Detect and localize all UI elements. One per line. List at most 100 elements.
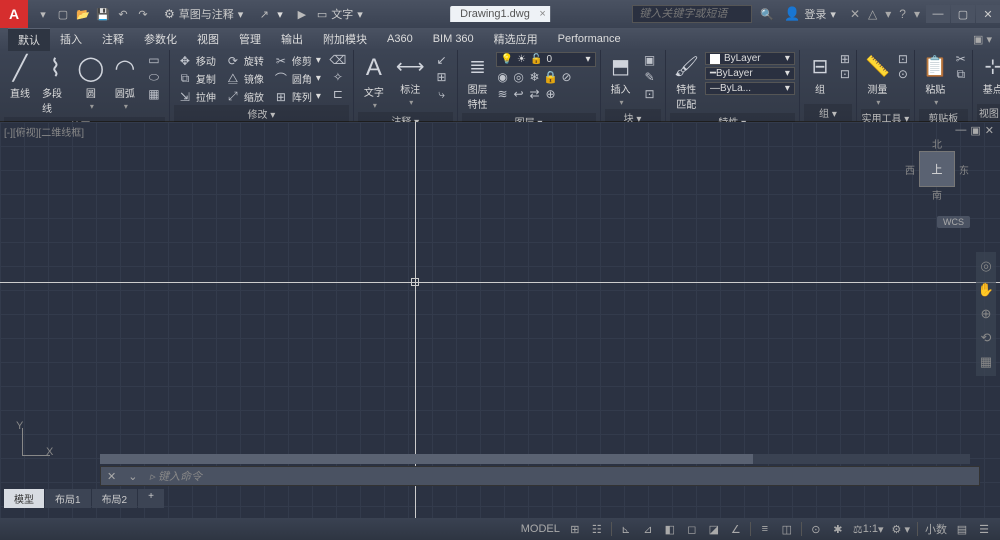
copy-button[interactable]: ⧉复制 <box>174 70 220 87</box>
qselect-icon[interactable]: ⊙ <box>896 67 910 81</box>
play-icon[interactable]: ▶ <box>293 5 311 23</box>
ellipse-button[interactable]: ⬭ <box>143 69 165 85</box>
viewport-label[interactable]: [-][俯视][二维线框] <box>4 124 84 139</box>
tab-output[interactable]: 输出 <box>271 28 313 50</box>
workspace-selector[interactable]: ⚙ 草图与注释 ▾ <box>158 6 249 22</box>
cut-icon[interactable]: ✂ <box>954 52 968 66</box>
tab-addins[interactable]: 附加模块 <box>313 28 377 50</box>
block-attr-button[interactable]: ⊡ <box>639 86 661 102</box>
block-create-button[interactable]: ▣ <box>639 52 661 68</box>
cloud-icon[interactable]: △ <box>868 7 877 21</box>
line-button[interactable]: ╱直线 <box>4 52 36 102</box>
viewcube-west[interactable]: 西 <box>905 162 915 177</box>
tab-insert[interactable]: 插入 <box>50 28 92 50</box>
quick-properties-toggle[interactable]: ▤ <box>952 520 972 538</box>
lineweight-toggle[interactable]: ≡ <box>755 520 775 538</box>
viewcube-north[interactable]: 北 <box>932 136 942 151</box>
ribbon-collapse-icon[interactable]: ▣ ▾ <box>973 33 1000 46</box>
layer-lock-icon[interactable]: 🔒 <box>544 70 558 84</box>
mleader-button[interactable]: ⤷ <box>431 86 453 102</box>
exchange-icon[interactable]: ✕ <box>850 7 860 21</box>
group-edit-icon[interactable]: ⊡ <box>838 67 852 81</box>
table-button[interactable]: ⊞ <box>431 69 453 85</box>
app-logo[interactable]: A <box>0 0 28 28</box>
new-icon[interactable]: ▢ <box>54 5 72 23</box>
tab-model[interactable]: 模型 <box>4 489 44 508</box>
tab-view[interactable]: 视图 <box>187 28 229 50</box>
layer-copy-icon[interactable]: ⊕ <box>544 87 558 101</box>
signin-button[interactable]: 👤 登录 ▾ <box>776 6 844 22</box>
dimension-button[interactable]: ⟷标注▾ <box>392 52 429 109</box>
rectangle-button[interactable]: ▭ <box>143 52 165 68</box>
circle-button[interactable]: ◯圆▾ <box>75 52 107 113</box>
layer-prev-icon[interactable]: ↩ <box>512 87 526 101</box>
help-icon[interactable]: ? <box>899 7 906 21</box>
model-space-button[interactable]: MODEL <box>518 520 563 538</box>
layer-off-icon[interactable]: ⊘ <box>560 70 574 84</box>
snap-toggle[interactable]: ☷ <box>587 520 607 538</box>
save-icon[interactable]: 💾 <box>94 5 112 23</box>
scale-button[interactable]: ⤢缩放 <box>222 88 268 105</box>
view-cube[interactable]: 北 西 上 东 南 <box>902 136 972 216</box>
layer-state-icon[interactable]: ◉ <box>496 70 510 84</box>
mirror-button[interactable]: ⧋镜像 <box>222 70 268 87</box>
command-input[interactable]: ▹ 键入命令 <box>143 468 979 484</box>
tab-performance[interactable]: Performance <box>548 30 631 48</box>
search-icon[interactable]: 🔍 <box>758 5 776 23</box>
tab-bim360[interactable]: BIM 360 <box>423 30 484 48</box>
leader-button[interactable]: ↙ <box>431 52 453 68</box>
match-properties-button[interactable]: 🖌特性 匹配 <box>670 52 703 113</box>
polar-toggle[interactable]: ⊿ <box>638 520 658 538</box>
showmotion-icon[interactable]: ▦ <box>980 354 992 370</box>
tab-parametric[interactable]: 参数化 <box>134 28 187 50</box>
tab-default[interactable]: 默认 <box>8 28 50 51</box>
osnap-toggle[interactable]: ◻ <box>682 520 702 538</box>
array-button[interactable]: ⊞阵列 ▾ <box>270 88 325 105</box>
orbit-icon[interactable]: ⟲ <box>981 330 992 346</box>
panel-title[interactable]: 组 ▾ <box>804 104 852 121</box>
polyline-button[interactable]: ⌇多段线 <box>38 52 73 117</box>
menu-dropdown-icon[interactable]: ▾ <box>34 5 52 23</box>
vp-close-icon[interactable]: ✕ <box>985 124 994 137</box>
annotation-scale[interactable]: ⚖ 1:1 ▾ <box>850 520 887 538</box>
viewcube-south[interactable]: 南 <box>932 187 942 202</box>
stretch-button[interactable]: ⇲拉伸 <box>174 88 220 105</box>
block-edit-button[interactable]: ✎ <box>639 69 661 85</box>
hatch-button[interactable]: ▦ <box>143 86 165 102</box>
viewcube-east[interactable]: 东 <box>959 162 969 177</box>
command-line[interactable]: ✕ ⌄ ▹ 键入命令 <box>100 466 980 486</box>
scrollbar-horizontal[interactable] <box>100 454 970 464</box>
layer-iso-icon[interactable]: ◎ <box>512 70 526 84</box>
tab-add[interactable]: + <box>138 489 164 508</box>
workspace-switch[interactable]: ⚙ ▾ <box>889 520 913 538</box>
units-display[interactable]: 小数 <box>922 520 950 538</box>
layer-selector[interactable]: 💡☀🔓0▾ <box>496 52 596 67</box>
layer-freeze-icon[interactable]: ❄ <box>528 70 542 84</box>
insert-block-button[interactable]: ⬒插入▾ <box>605 52 637 109</box>
otrack-toggle[interactable]: ∠ <box>726 520 746 538</box>
customization-button[interactable]: ☰ <box>974 520 994 538</box>
group-button[interactable]: ⊟组 <box>804 52 836 98</box>
arc-button[interactable]: ◠圆弧▾ <box>109 52 141 113</box>
basepoint-button[interactable]: ⊹基点 <box>977 52 1000 98</box>
trim-button[interactable]: ✂修剪 ▾ <box>270 52 325 69</box>
panel-title[interactable]: 修改 ▾ <box>174 105 349 122</box>
ortho-toggle[interactable]: ⊾ <box>616 520 636 538</box>
text-button[interactable]: A文字▾ <box>358 52 390 112</box>
transparency-toggle[interactable]: ◫ <box>777 520 797 538</box>
wcs-badge[interactable]: WCS <box>937 216 970 228</box>
paste-button[interactable]: 📋粘贴▾ <box>919 52 952 109</box>
copy-clip-icon[interactable]: ⧉ <box>954 67 968 81</box>
layer-match-icon[interactable]: ≋ <box>496 87 510 101</box>
color-selector[interactable]: ByLayer▾ <box>705 52 795 65</box>
isodraft-toggle[interactable]: ◧ <box>660 520 680 538</box>
tab-manage[interactable]: 管理 <box>229 28 271 50</box>
zoom-extents-icon[interactable]: ⊕ <box>981 306 992 322</box>
select-all-icon[interactable]: ⊡ <box>896 52 910 66</box>
tab-layout2[interactable]: 布局2 <box>92 489 138 508</box>
textstyle-selector[interactable]: ▭ 文字 ▾ <box>311 6 369 22</box>
fillet-button[interactable]: ⌒圆角 ▾ <box>270 70 325 87</box>
move-button[interactable]: ✥移动 <box>174 52 220 69</box>
tab-annotate[interactable]: 注释 <box>92 28 134 50</box>
layer-walk-icon[interactable]: ⇄ <box>528 87 542 101</box>
